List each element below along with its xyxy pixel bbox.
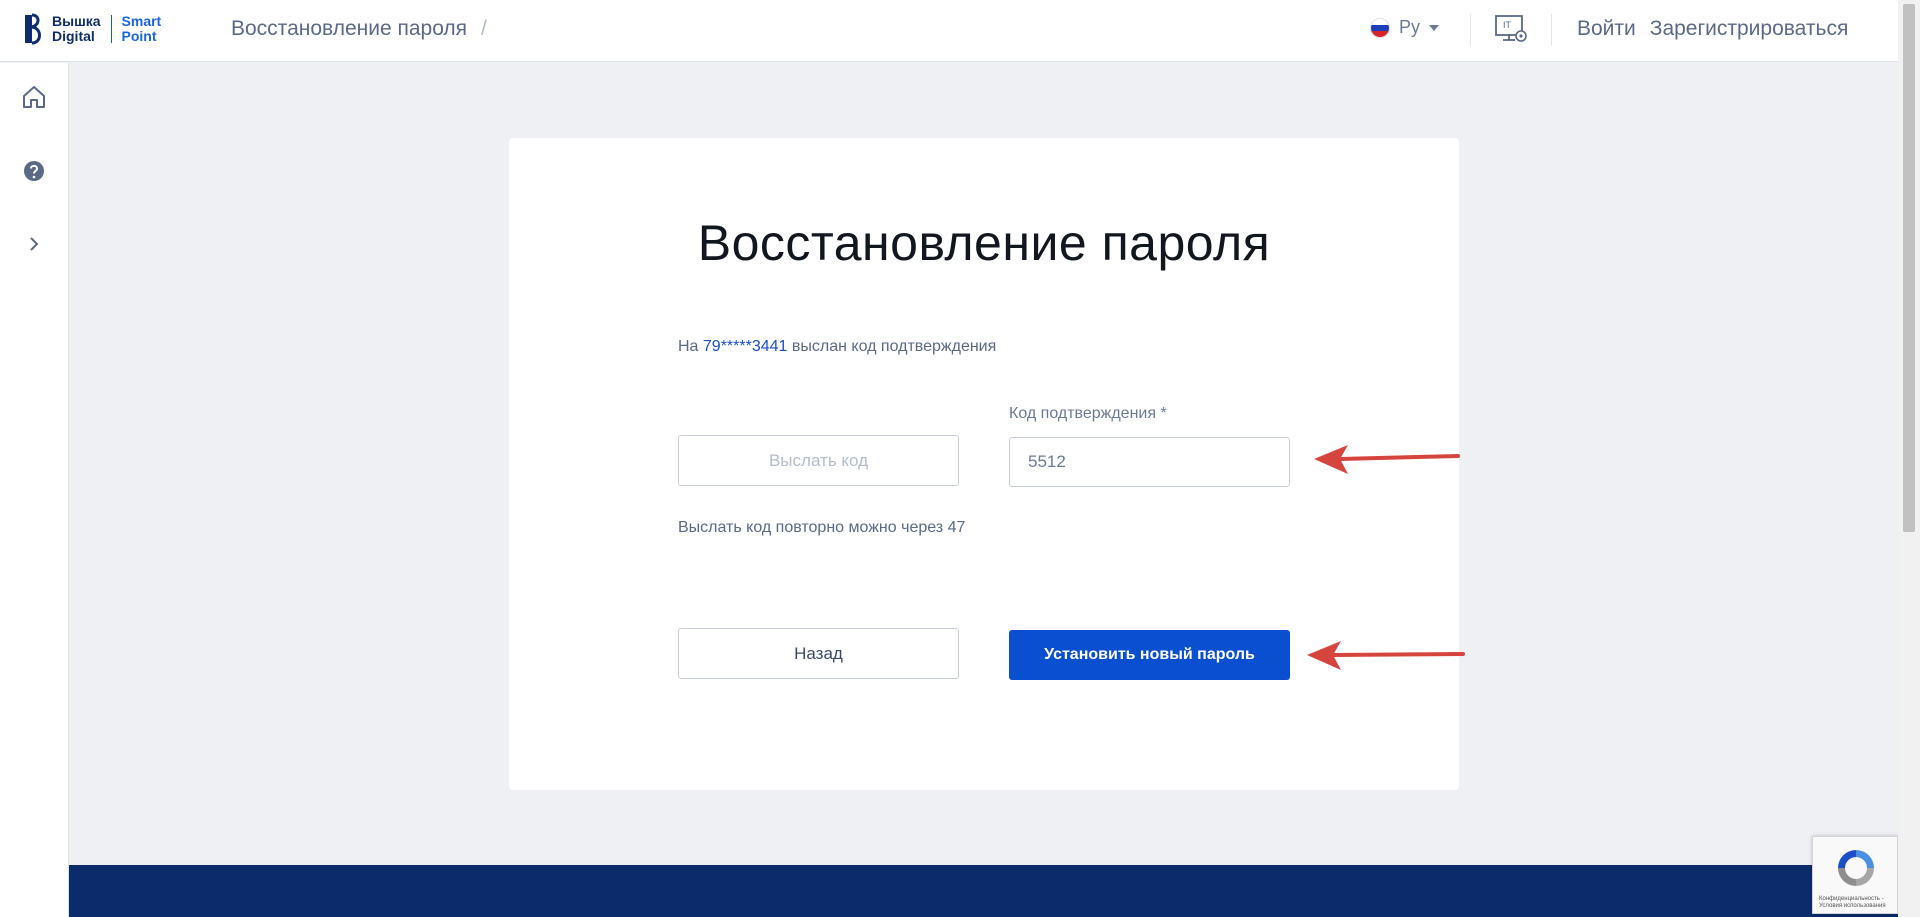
breadcrumb: Восстановление пароля / xyxy=(231,17,487,41)
resend-timer-text: Выслать код повторно можно через 47 xyxy=(678,519,966,536)
set-new-password-button[interactable]: Установить новый пароль xyxy=(1009,630,1290,680)
login-link[interactable]: Войти xyxy=(1577,17,1636,41)
svg-text:IT: IT xyxy=(1503,20,1512,30)
language-selector[interactable]: Ру xyxy=(1370,17,1440,38)
logo-divider xyxy=(110,15,112,43)
logo-text-secondary: Smart Point xyxy=(122,14,162,44)
header-divider xyxy=(1470,14,1471,46)
breadcrumb-current: Восстановление пароля xyxy=(231,17,468,40)
confirmation-code-input[interactable] xyxy=(1009,437,1290,487)
code-field-label: Код подтверждения * xyxy=(1009,405,1167,422)
breadcrumb-separator: / xyxy=(481,17,487,40)
scrollbar[interactable] xyxy=(1898,0,1920,917)
caret-down-icon xyxy=(1429,24,1440,31)
auth-links: Войти Зарегистрироваться xyxy=(1577,17,1848,41)
it-settings-icon[interactable]: IT xyxy=(1495,14,1529,44)
footer xyxy=(69,865,1898,917)
back-button[interactable]: Назад xyxy=(678,628,959,679)
code-sent-info: На 79*****3441 выслан код подтверждения xyxy=(678,338,996,356)
header-divider xyxy=(1551,14,1552,46)
russia-flag-icon xyxy=(1370,17,1390,38)
phone-number: 79*****3441 xyxy=(702,338,788,355)
page-title: Восстановление пароля xyxy=(697,215,1271,271)
logo[interactable]: Вышка Digital Smart Point xyxy=(22,12,161,46)
annotation-arrow-icon xyxy=(1314,445,1460,474)
top-header: Вышка Digital Smart Point Восстановление… xyxy=(0,0,1898,62)
logo-line-2: Digital xyxy=(52,28,95,44)
logo-line-1: Вышка xyxy=(52,13,101,29)
recaptcha-icon xyxy=(1838,850,1874,886)
scrollbar-thumb[interactable] xyxy=(1903,4,1915,532)
help-icon[interactable] xyxy=(21,158,47,184)
home-icon[interactable] xyxy=(21,84,47,110)
chevron-right-icon[interactable] xyxy=(21,231,47,257)
annotation-arrow-icon xyxy=(1307,641,1465,670)
recaptcha-badge[interactable]: Конфиденциальность - Условия использован… xyxy=(1812,836,1898,914)
recaptcha-terms[interactable]: Конфиденциальность - Условия использован… xyxy=(1819,896,1895,910)
hse-logo-icon xyxy=(25,13,41,45)
sidebar xyxy=(0,63,69,917)
register-link[interactable]: Зарегистрироваться xyxy=(1650,17,1849,41)
send-code-button[interactable]: Выслать код xyxy=(678,435,959,486)
logo-text-primary: Вышка Digital xyxy=(52,14,101,44)
info-suffix: выслан код подтверждения xyxy=(791,338,997,355)
logo-line-3: Smart xyxy=(121,13,162,29)
info-prefix: На xyxy=(678,338,699,355)
logo-line-4: Point xyxy=(121,28,157,44)
language-label: Ру xyxy=(1399,17,1421,37)
